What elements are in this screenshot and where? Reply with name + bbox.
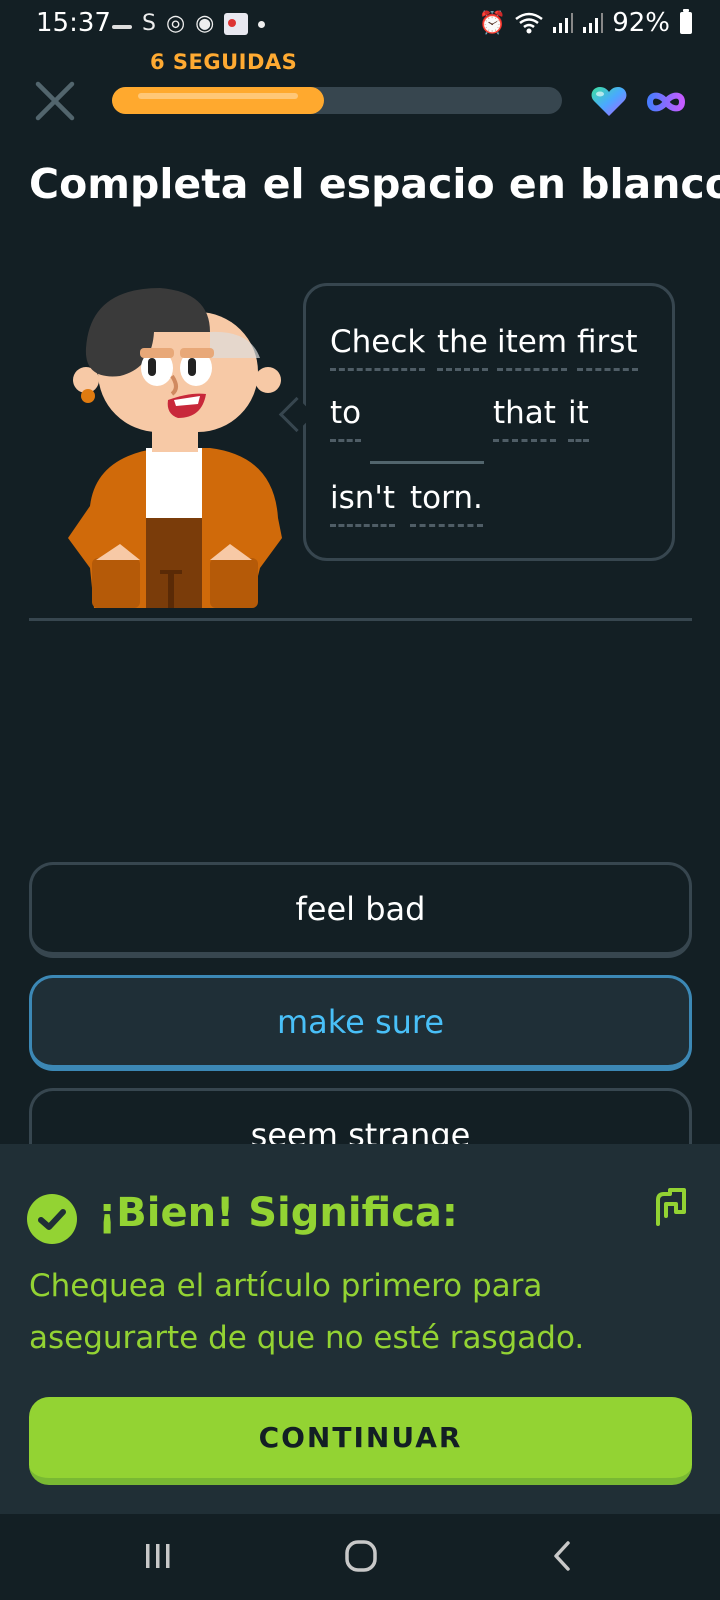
notification-icons: S ◎ ◉ [112, 11, 266, 36]
signal-icon [583, 13, 604, 33]
status-right: ⏰ 92% [479, 8, 692, 38]
notification-icon [112, 25, 132, 29]
sentence-word[interactable]: it [568, 395, 589, 442]
notification-icon: ◉ [195, 11, 215, 36]
sentence-word[interactable]: to [330, 395, 362, 442]
more-notifications-icon [258, 20, 266, 28]
exercise-title: Completa el espacio en blanco [29, 160, 720, 208]
status-time: 15:37 [36, 8, 111, 38]
feedback-panel: ¡Bien! Significa: Chequea el artículo pr… [0, 1144, 720, 1514]
battery-percent: 92% [612, 8, 670, 38]
option-button[interactable]: feel bad [29, 862, 692, 958]
notification-icon: ◎ [165, 11, 186, 36]
notification-icon: S [142, 11, 156, 36]
feedback-translation: Chequea el artículo primero para asegura… [29, 1268, 585, 1356]
back-icon[interactable] [552, 1540, 572, 1572]
infinity-icon [646, 92, 686, 112]
sentence-word[interactable]: Check [330, 324, 426, 371]
alarm-icon: ⏰ [478, 10, 507, 36]
feedback-title: ¡Bien! Significa: [98, 1190, 458, 1236]
progress-shine [138, 93, 298, 99]
sentence-word[interactable]: first [577, 324, 638, 371]
sentence-word[interactable]: the [437, 324, 488, 371]
navigation-bar [0, 1514, 720, 1600]
progress-fill [112, 87, 324, 114]
heart-icon[interactable] [590, 84, 628, 118]
flag-icon[interactable] [652, 1186, 690, 1226]
sentence-word[interactable]: item [497, 324, 568, 371]
progress-bar [112, 87, 562, 114]
answer-blank[interactable] [370, 461, 484, 464]
signal-icon [553, 13, 574, 33]
close-icon[interactable] [34, 80, 76, 122]
sentence-word[interactable]: that [493, 395, 556, 442]
home-icon[interactable] [345, 1540, 377, 1572]
notification-icon [224, 13, 249, 35]
continue-button[interactable]: CONTINUAR [29, 1397, 692, 1485]
sentence-word[interactable]: isn't [330, 480, 396, 527]
streak-label: 6 SEGUIDAS [150, 50, 298, 74]
wifi-icon [515, 12, 543, 34]
recent-apps-icon[interactable] [143, 1542, 173, 1570]
battery-icon [680, 9, 692, 34]
check-icon [27, 1194, 77, 1244]
character-illustration [68, 288, 282, 608]
status-bar: 15:37 S ◎ ◉ ⏰ 92% [0, 0, 720, 46]
divider [29, 618, 692, 621]
option-button-selected[interactable]: make sure [29, 975, 692, 1071]
sentence-word[interactable]: torn. [410, 480, 483, 527]
